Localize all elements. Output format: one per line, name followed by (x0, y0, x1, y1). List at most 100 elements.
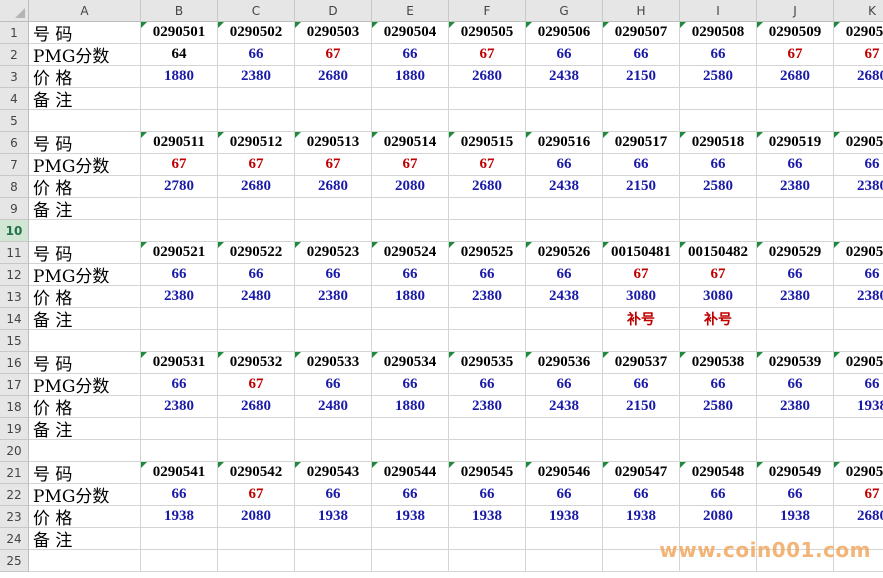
item-number-cell[interactable]: 0290524 (372, 242, 449, 264)
sheet-cell[interactable] (757, 220, 834, 242)
sheet-cell[interactable] (372, 440, 449, 462)
pmg-score-cell[interactable]: 66 (603, 374, 680, 396)
row-label-score[interactable]: PMG分数 (29, 484, 141, 506)
item-number-cell[interactable]: 0290507 (603, 22, 680, 44)
sheet-cell[interactable] (29, 220, 141, 242)
pmg-score-cell[interactable]: 66 (141, 264, 218, 286)
sheet-cell[interactable] (218, 550, 295, 572)
note-cell[interactable] (834, 198, 883, 220)
row-header[interactable]: 14 (0, 308, 29, 330)
pmg-score-cell[interactable]: 66 (680, 374, 757, 396)
sheet-cell[interactable] (834, 330, 883, 352)
note-cell[interactable] (295, 528, 372, 550)
note-cell[interactable] (295, 418, 372, 440)
sheet-cell[interactable] (834, 110, 883, 132)
pmg-score-cell[interactable]: 66 (372, 44, 449, 66)
note-cell[interactable] (834, 308, 883, 330)
column-header-d[interactable]: D (295, 0, 372, 22)
sheet-cell[interactable] (29, 440, 141, 462)
note-cell[interactable] (449, 198, 526, 220)
column-header-k[interactable]: K (834, 0, 883, 22)
row-header[interactable]: 3 (0, 66, 29, 88)
pmg-score-cell[interactable]: 66 (757, 374, 834, 396)
item-number-cell[interactable]: 0290537 (603, 352, 680, 374)
sheet-cell[interactable] (526, 440, 603, 462)
note-cell[interactable] (295, 308, 372, 330)
item-number-cell[interactable]: 0290549 (757, 462, 834, 484)
item-number-cell[interactable]: 0290515 (449, 132, 526, 154)
note-cell[interactable]: 补号 (680, 308, 757, 330)
row-label-number[interactable]: 号 码 (29, 462, 141, 484)
pmg-score-cell[interactable]: 66 (680, 154, 757, 176)
price-cell[interactable]: 2380 (141, 286, 218, 308)
item-number-cell[interactable]: 0290519 (757, 132, 834, 154)
price-cell[interactable]: 2680 (295, 66, 372, 88)
row-label-score[interactable]: PMG分数 (29, 374, 141, 396)
item-number-cell[interactable]: 0290518 (680, 132, 757, 154)
price-cell[interactable]: 2380 (834, 286, 883, 308)
pmg-score-cell[interactable]: 64 (141, 44, 218, 66)
price-cell[interactable]: 2680 (834, 66, 883, 88)
row-header[interactable]: 2 (0, 44, 29, 66)
note-cell[interactable] (680, 88, 757, 110)
column-header-e[interactable]: E (372, 0, 449, 22)
price-cell[interactable]: 1938 (295, 506, 372, 528)
row-label-number[interactable]: 号 码 (29, 242, 141, 264)
pmg-score-cell[interactable]: 66 (449, 484, 526, 506)
note-cell[interactable] (526, 88, 603, 110)
sheet-cell[interactable] (372, 330, 449, 352)
row-header[interactable]: 22 (0, 484, 29, 506)
pmg-score-cell[interactable]: 67 (449, 44, 526, 66)
item-number-cell[interactable]: 0290542 (218, 462, 295, 484)
sheet-cell[interactable] (603, 330, 680, 352)
pmg-score-cell[interactable]: 67 (218, 484, 295, 506)
sheet-cell[interactable] (680, 220, 757, 242)
item-number-cell[interactable]: 0290503 (295, 22, 372, 44)
pmg-score-cell[interactable]: 66 (449, 374, 526, 396)
pmg-score-cell[interactable]: 67 (757, 44, 834, 66)
row-label-number[interactable]: 号 码 (29, 132, 141, 154)
select-all-corner[interactable] (0, 0, 29, 22)
sheet-cell[interactable] (757, 330, 834, 352)
item-number-cell[interactable]: 0290522 (218, 242, 295, 264)
price-cell[interactable]: 2680 (218, 396, 295, 418)
item-number-cell[interactable]: 0290535 (449, 352, 526, 374)
pmg-score-cell[interactable]: 66 (449, 264, 526, 286)
price-cell[interactable]: 1880 (372, 396, 449, 418)
pmg-score-cell[interactable]: 67 (603, 264, 680, 286)
note-cell[interactable] (526, 308, 603, 330)
note-cell[interactable] (372, 528, 449, 550)
price-cell[interactable]: 2380 (757, 286, 834, 308)
row-label-score[interactable]: PMG分数 (29, 264, 141, 286)
sheet-cell[interactable] (141, 110, 218, 132)
row-header[interactable]: 4 (0, 88, 29, 110)
row-label-note[interactable]: 备 注 (29, 528, 141, 550)
price-cell[interactable]: 2680 (834, 506, 883, 528)
note-cell[interactable] (757, 88, 834, 110)
row-label-note[interactable]: 备 注 (29, 198, 141, 220)
spreadsheet-grid[interactable]: ABCDEFGHIJK1号 码 0290501 0290502 0290503 0290… (0, 0, 883, 578)
sheet-cell[interactable] (834, 220, 883, 242)
item-number-cell[interactable]: 0290529 (757, 242, 834, 264)
item-number-cell[interactable]: 0290538 (680, 352, 757, 374)
sheet-cell[interactable] (526, 110, 603, 132)
item-number-cell[interactable]: 0290516 (526, 132, 603, 154)
sheet-cell[interactable] (141, 440, 218, 462)
price-cell[interactable]: 1938 (757, 506, 834, 528)
sheet-cell[interactable] (680, 440, 757, 462)
note-cell[interactable] (218, 88, 295, 110)
pmg-score-cell[interactable]: 66 (295, 484, 372, 506)
row-header[interactable]: 11 (0, 242, 29, 264)
pmg-score-cell[interactable]: 66 (295, 374, 372, 396)
price-cell[interactable]: 2580 (680, 66, 757, 88)
column-header-h[interactable]: H (603, 0, 680, 22)
pmg-score-cell[interactable]: 66 (218, 44, 295, 66)
item-number-cell[interactable]: 0290505 (449, 22, 526, 44)
row-header[interactable]: 15 (0, 330, 29, 352)
row-header[interactable]: 1 (0, 22, 29, 44)
note-cell[interactable] (680, 198, 757, 220)
note-cell[interactable] (295, 88, 372, 110)
price-cell[interactable]: 1880 (141, 66, 218, 88)
pmg-score-cell[interactable]: 66 (526, 154, 603, 176)
column-header-c[interactable]: C (218, 0, 295, 22)
